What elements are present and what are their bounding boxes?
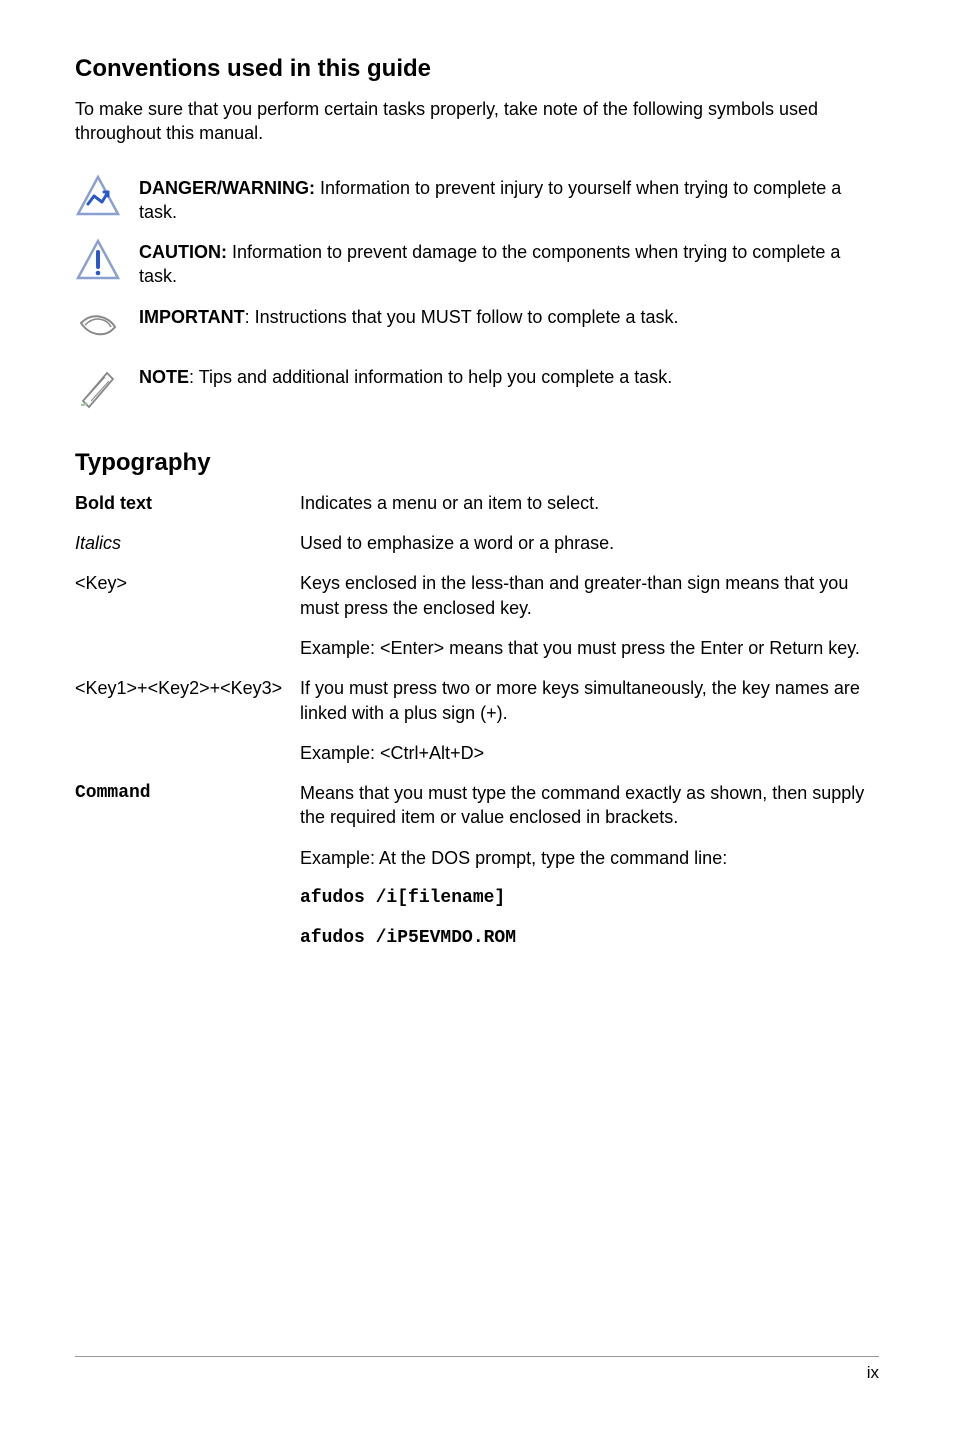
typo-row-key: <Key> Keys enclosed in the less-than and… [75, 571, 879, 660]
important-icon [75, 303, 121, 349]
term-keycombo: <Key1>+<Key2>+<Key3> [75, 676, 300, 765]
desc-key: Keys enclosed in the less-than and great… [300, 571, 879, 660]
callout-caution-text: CAUTION: Information to prevent damage t… [139, 238, 879, 289]
callouts-list: DANGER/WARNING: Information to prevent i… [75, 174, 879, 409]
desc-italics: Used to emphasize a word or a phrase. [300, 531, 879, 555]
note-label: NOTE [139, 367, 189, 387]
desc-command-2: Example: At the DOS prompt, type the com… [300, 846, 879, 870]
typo-row-command: Command Means that you must type the com… [75, 781, 879, 950]
desc-key-2: Example: <Enter> means that you must pre… [300, 636, 879, 660]
callout-note: NOTE: Tips and additional information to… [75, 363, 879, 409]
callout-danger: DANGER/WARNING: Information to prevent i… [75, 174, 879, 225]
typo-row-keycombo: <Key1>+<Key2>+<Key3> If you must press t… [75, 676, 879, 765]
page-footer: ix [75, 1356, 879, 1383]
intro-paragraph: To make sure that you perform certain ta… [75, 97, 879, 146]
callout-note-text: NOTE: Tips and additional information to… [139, 363, 672, 389]
typo-row-bold: Bold text Indicates a menu or an item to… [75, 491, 879, 515]
term-italics: Italics [75, 531, 300, 555]
important-label: IMPORTANT [139, 307, 245, 327]
caution-icon [75, 238, 121, 284]
note-body: : Tips and additional information to hel… [189, 367, 672, 387]
callout-important-text: IMPORTANT: Instructions that you MUST fo… [139, 303, 679, 329]
desc-keycombo-1: If you must press two or more keys simul… [300, 676, 879, 725]
desc-bold-text: Indicates a menu or an item to select. [300, 491, 879, 515]
desc-keycombo: If you must press two or more keys simul… [300, 676, 879, 765]
desc-command: Means that you must type the command exa… [300, 781, 879, 950]
callout-important: IMPORTANT: Instructions that you MUST fo… [75, 303, 879, 349]
callout-caution: CAUTION: Information to prevent damage t… [75, 238, 879, 289]
term-command: Command [75, 781, 300, 950]
desc-command-code2: afudos /iP5EVMDO.ROM [300, 926, 879, 950]
important-body: : Instructions that you MUST follow to c… [245, 307, 679, 327]
desc-command-code1: afudos /i[filename] [300, 886, 879, 910]
danger-warning-icon [75, 174, 121, 220]
typo-row-italics: Italics Used to emphasize a word or a ph… [75, 531, 879, 555]
typography-section: Typography Bold text Indicates a menu or… [75, 449, 879, 951]
caution-body: Information to prevent damage to the com… [139, 242, 840, 286]
heading-conventions: Conventions used in this guide [75, 55, 879, 83]
page-number: ix [867, 1363, 879, 1382]
desc-command-1: Means that you must type the command exa… [300, 781, 879, 830]
desc-key-1: Keys enclosed in the less-than and great… [300, 571, 879, 620]
heading-typography: Typography [75, 449, 879, 477]
term-key: <Key> [75, 571, 300, 660]
callout-danger-text: DANGER/WARNING: Information to prevent i… [139, 174, 879, 225]
danger-label: DANGER/WARNING: [139, 178, 315, 198]
desc-keycombo-2: Example: <Ctrl+Alt+D> [300, 741, 879, 765]
term-bold-text: Bold text [75, 491, 300, 515]
caution-label: CAUTION: [139, 242, 227, 262]
note-icon [75, 363, 121, 409]
